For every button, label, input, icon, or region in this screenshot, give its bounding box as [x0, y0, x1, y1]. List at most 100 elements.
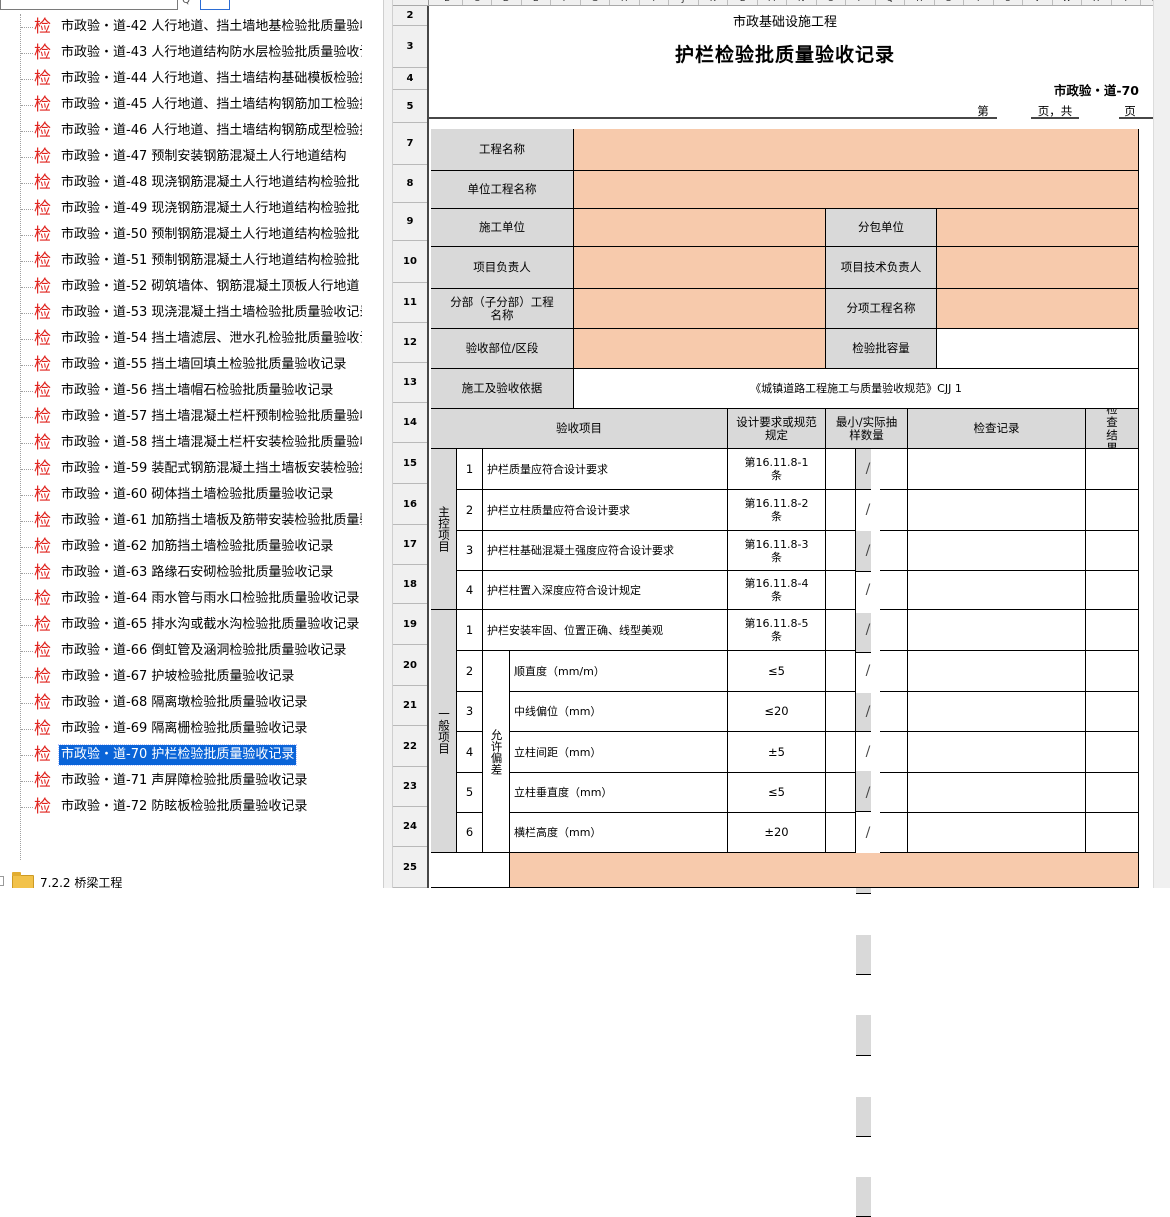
sample-actual-cell[interactable]: [880, 813, 908, 853]
row-header[interactable]: 24: [393, 807, 427, 847]
tree-item[interactable]: 检市政验・道-72 防眩板检验批质量验收记录: [0, 794, 366, 820]
sample-min-cell[interactable]: [826, 490, 856, 531]
main-item-result-cell[interactable]: [1086, 571, 1139, 610]
main-item-record-cell[interactable]: [908, 531, 1086, 571]
tree-search-input[interactable]: [0, 0, 178, 10]
row-header[interactable]: 2: [393, 6, 427, 26]
general-item-record-cell[interactable]: [908, 610, 1086, 651]
input-division[interactable]: [574, 289, 826, 329]
tree-item[interactable]: 检市政验・道-43 人行地道结构防水层检验批质量验收记录: [0, 40, 366, 66]
expand-toggle-icon[interactable]: [0, 876, 4, 886]
tree-item[interactable]: 检市政验・道-55 挡土墙回填土检验批质量验收记录: [0, 352, 366, 378]
tolerance-item-record-cell[interactable]: [908, 692, 1086, 732]
page-current-input[interactable]: [997, 102, 1031, 120]
tree-item[interactable]: 检市政验・道-65 排水沟或截水沟检验批质量验收记录: [0, 612, 366, 638]
tree-item[interactable]: 检市政验・道-54 挡土墙滤层、泄水孔检验批质量验收记录: [0, 326, 366, 352]
sample-min-cell[interactable]: [826, 651, 856, 692]
input-construction-unit[interactable]: [574, 209, 826, 247]
row-header[interactable]: 11: [393, 283, 427, 323]
tree-item[interactable]: 检市政验・道-66 倒虹管及涵洞检验批质量验收记录: [0, 638, 366, 664]
input-unit-project[interactable]: [574, 171, 1139, 209]
sample-min-cell[interactable]: [826, 449, 856, 490]
general-item-result-cell[interactable]: [1086, 610, 1139, 651]
input-tech-manager[interactable]: [937, 247, 1139, 289]
tree-folder-bridge[interactable]: 7.2.2 桥梁工程: [0, 872, 366, 888]
tree-item[interactable]: 检市政验・道-61 加筋挡土墙板及筋带安装检验批质量验收: [0, 508, 366, 534]
tolerance-item-record-cell[interactable]: [908, 732, 1086, 773]
row-header[interactable]: 18: [393, 565, 427, 604]
tolerance-item-result-cell[interactable]: [1086, 692, 1139, 732]
row-header[interactable]: 23: [393, 767, 427, 807]
tree-item[interactable]: 检市政验・道-69 隔离栅检验批质量验收记录: [0, 716, 366, 742]
tolerance-item-record-cell[interactable]: [908, 773, 1086, 813]
row-header[interactable]: 16: [393, 484, 427, 525]
row-header[interactable]: 14: [393, 403, 427, 443]
tree-item[interactable]: 检市政验・道-56 挡土墙帽石检验批质量验收记录: [0, 378, 366, 404]
sample-min-cell[interactable]: [826, 610, 856, 651]
tree-item[interactable]: 检市政验・道-44 人行地道、挡土墙结构基础模板检验批: [0, 66, 366, 92]
tree-item[interactable]: 检市政验・道-49 现浇钢筋混凝土人行地道结构检验批: [0, 196, 366, 222]
tree-item[interactable]: 检市政验・道-67 护坡检验批质量验收记录: [0, 664, 366, 690]
tree-item[interactable]: 检市政验・道-48 现浇钢筋混凝土人行地道结构检验批: [0, 170, 366, 196]
sample-min-cell[interactable]: [826, 571, 856, 610]
input-subitem[interactable]: [937, 289, 1139, 329]
sheet-vertical-scrollbar[interactable]: [1153, 0, 1170, 888]
sample-actual-cell[interactable]: [880, 732, 908, 773]
tolerance-item-result-cell[interactable]: [1086, 773, 1139, 813]
page-total-input[interactable]: [1079, 102, 1119, 120]
sample-min-cell[interactable]: [826, 773, 856, 813]
row-header[interactable]: 3: [393, 26, 427, 68]
row-header[interactable]: 21: [393, 686, 427, 726]
tree-item[interactable]: 检市政验・道-52 砌筑墙体、钢筋混凝土顶板人行地道: [0, 274, 366, 300]
row-header[interactable]: 9: [393, 203, 427, 241]
sample-min-cell[interactable]: [826, 732, 856, 773]
row-header[interactable]: 22: [393, 726, 427, 767]
tree-item[interactable]: 检市政验・道-63 路缘石安砌检验批质量验收记录: [0, 560, 366, 586]
search-icon[interactable]: Q: [178, 0, 194, 10]
tree-item[interactable]: 检市政验・道-50 预制钢筋混凝土人行地道结构检验批: [0, 222, 366, 248]
tree-item[interactable]: 检市政验・道-60 砌体挡土墙检验批质量验收记录: [0, 482, 366, 508]
row-header[interactable]: 25: [393, 847, 427, 888]
row-header[interactable]: 15: [393, 443, 427, 484]
sample-actual-cell[interactable]: [880, 449, 908, 490]
main-item-record-cell[interactable]: [908, 571, 1086, 610]
tree-item[interactable]: 检市政验・道-68 隔离墩检验批质量验收记录: [0, 690, 366, 716]
tree-item[interactable]: 检市政验・道-51 预制钢筋混凝土人行地道结构检验批: [0, 248, 366, 274]
sample-min-cell[interactable]: [826, 813, 856, 853]
sample-actual-cell[interactable]: [880, 571, 908, 610]
tree-item[interactable]: 检市政验・道-71 声屏障检验批质量验收记录: [0, 768, 366, 794]
input-subcontractor[interactable]: [937, 209, 1139, 247]
row-header[interactable]: 17: [393, 525, 427, 565]
sample-min-cell[interactable]: [826, 531, 856, 571]
tree-item[interactable]: 检市政验・道-46 人行地道、挡土墙结构钢筋成型检验批: [0, 118, 366, 144]
sample-actual-cell[interactable]: [880, 773, 908, 813]
input-project-manager[interactable]: [574, 247, 826, 289]
main-item-result-cell[interactable]: [1086, 490, 1139, 531]
row-header[interactable]: 19: [393, 604, 427, 645]
row-header[interactable]: 10: [393, 241, 427, 283]
tree-item[interactable]: 检市政验・道-62 加筋挡土墙检验批质量验收记录: [0, 534, 366, 560]
tree-item[interactable]: 检市政验・道-57 挡土墙混凝土栏杆预制检验批质量验收: [0, 404, 366, 430]
row-header[interactable]: 4: [393, 68, 427, 90]
row-header[interactable]: 20: [393, 645, 427, 686]
input-project-name[interactable]: [574, 129, 1139, 171]
sample-actual-cell[interactable]: [880, 490, 908, 531]
row-header[interactable]: 12: [393, 323, 427, 363]
row-header[interactable]: 8: [393, 165, 427, 203]
column-header[interactable]: Z: [1141, 0, 1153, 5]
row-header[interactable]: 5: [393, 90, 427, 123]
tolerance-item-record-cell[interactable]: [908, 651, 1086, 692]
input-location[interactable]: [574, 329, 826, 369]
tolerance-item-result-cell[interactable]: [1086, 732, 1139, 773]
sample-actual-cell[interactable]: [880, 692, 908, 732]
search-button[interactable]: [200, 0, 230, 10]
main-item-result-cell[interactable]: [1086, 531, 1139, 571]
panel-splitter[interactable]: [383, 0, 393, 888]
sample-actual-cell[interactable]: [880, 651, 908, 692]
sample-min-cell[interactable]: [826, 692, 856, 732]
input-batch-capacity[interactable]: [937, 329, 1139, 369]
row-header[interactable]: 7: [393, 123, 427, 165]
sample-actual-cell[interactable]: [880, 531, 908, 571]
tree-item[interactable]: 检市政验・道-42 人行地道、挡土墙地基检验批质量验收记录: [0, 14, 366, 40]
conclusion-input[interactable]: [510, 853, 1139, 888]
